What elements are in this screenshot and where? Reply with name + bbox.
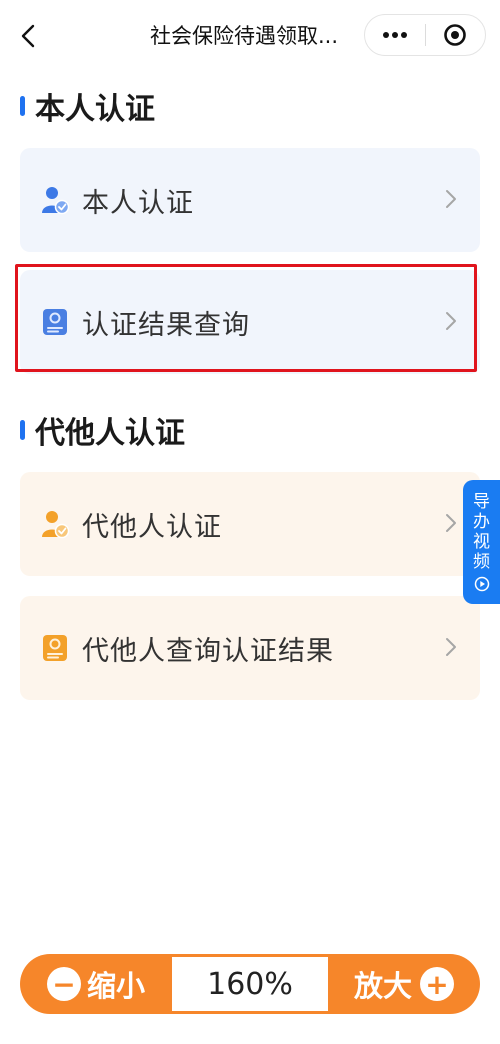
more-button[interactable] [365,15,425,55]
zoom-out-button[interactable]: − 缩小 [20,954,172,1014]
certificate-icon [43,635,67,661]
zoom-out-label: 缩小 [86,969,145,1003]
zoom-level: 160% [172,957,328,1011]
section-title-text: 本人认证 [35,92,155,127]
card-label: 认证结果查询 [82,309,250,341]
guide-video-label: 导办视频 [473,492,490,572]
card-label: 本人认证 [82,187,194,219]
chevron-left-icon [21,24,35,48]
plus-icon: + [420,967,454,1001]
chevron-right-icon [446,638,456,656]
page: 社会保险待遇领取... 本人认证 本人认证 认证结果查询 代他人认证 代他人认证… [0,0,500,1044]
verify-result-query-card[interactable]: 认证结果查询 [20,270,480,374]
chevron-right-icon [446,514,456,532]
section-title-self: 本人认证 [20,86,155,127]
close-button[interactable] [425,15,485,55]
zoom-in-label: 放大 [353,969,412,1003]
self-verify-card[interactable]: 本人认证 [20,148,480,252]
chevron-right-icon [446,312,456,330]
minus-icon: − [46,967,81,1001]
card-label: 代他人查询认证结果 [82,635,334,667]
certificate-icon [43,309,67,335]
play-circle-icon [474,576,489,592]
zoom-control-bar: − 缩小 160% 放大 + [20,954,480,1014]
others-verify-card[interactable]: 代他人认证 [20,472,480,576]
guide-video-tab[interactable]: 导办视频 [463,480,500,604]
back-button[interactable] [10,16,46,56]
others-result-query-card[interactable]: 代他人查询认证结果 [20,596,480,700]
zoom-in-button[interactable]: 放大 + [328,954,480,1014]
nav-bar: 社会保险待遇领取... [0,0,500,72]
section-accent-bar [20,96,25,116]
section-title-others: 代他人认证 [20,410,185,451]
person-verified-icon [42,511,70,539]
page-title: 社会保险待遇领取... [150,24,339,48]
more-dots-icon [382,32,407,38]
target-close-icon [444,24,467,46]
section-accent-bar [20,420,25,440]
card-label: 代他人认证 [82,511,222,543]
section-title-text: 代他人认证 [35,416,185,451]
chevron-right-icon [446,190,456,208]
person-verified-icon [42,187,70,215]
mini-program-capsule [364,14,486,56]
